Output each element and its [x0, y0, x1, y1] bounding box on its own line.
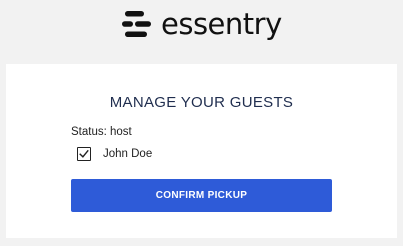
- manage-guests-card: MANAGE YOUR GUESTS Status: host John Doe…: [6, 64, 397, 238]
- logo-wordmark: essentry: [161, 7, 282, 41]
- essentry-logo-mark-icon: [122, 11, 151, 37]
- status-text: Status: host: [71, 126, 132, 138]
- app-header: essentry: [0, 0, 403, 50]
- guest-name: John Doe: [103, 148, 153, 160]
- page-title: MANAGE YOUR GUESTS: [109, 94, 294, 111]
- guest-item[interactable]: John Doe: [77, 147, 152, 161]
- checkmark-icon: [79, 149, 89, 158]
- guest-checkbox[interactable]: [77, 147, 91, 161]
- essentry-logo: essentry: [122, 6, 282, 42]
- confirm-pickup-button[interactable]: CONFIRM PICKUP: [71, 179, 332, 212]
